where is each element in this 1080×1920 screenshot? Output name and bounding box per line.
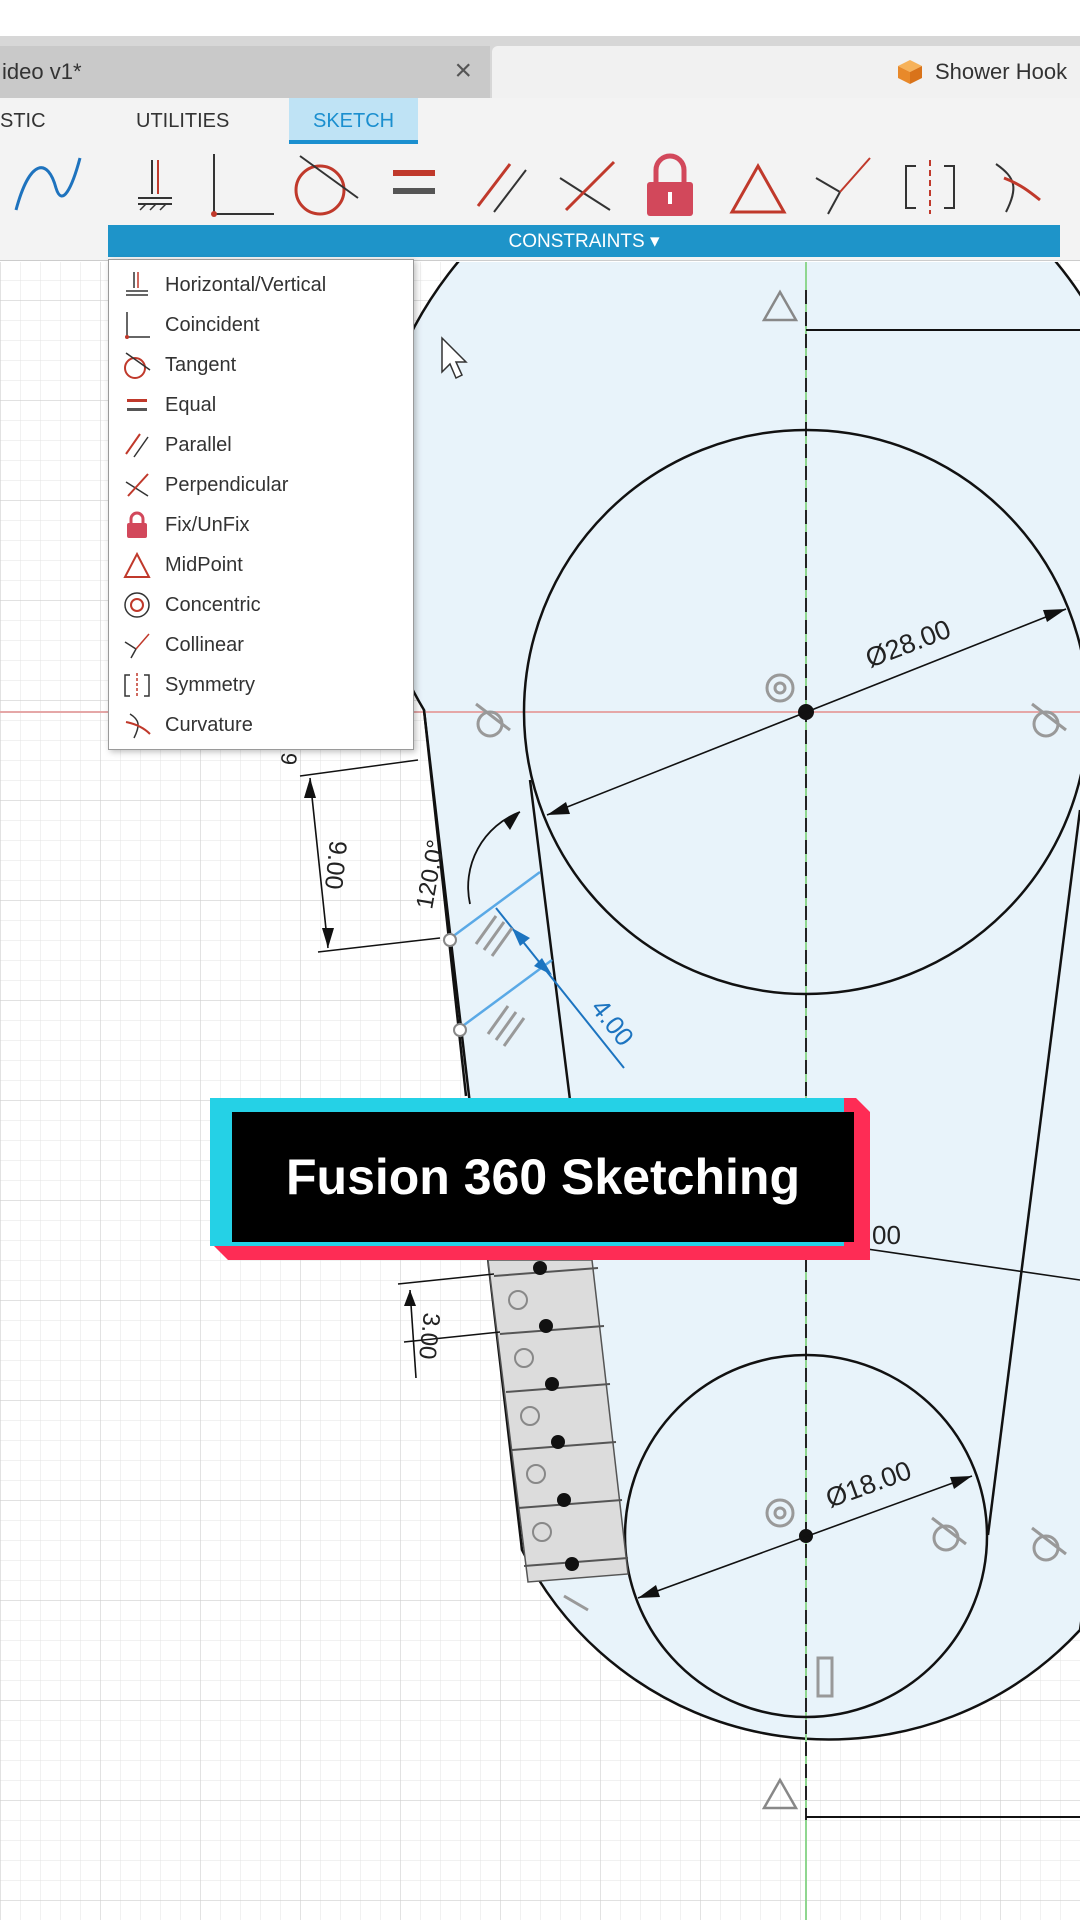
dropdown-item-concentric[interactable]: Concentric xyxy=(109,585,413,625)
dropdown-item-coincident[interactable]: Coincident xyxy=(109,305,413,345)
collinear-icon xyxy=(124,633,150,659)
equal-icon xyxy=(127,399,147,411)
toolbar-icons xyxy=(14,153,1041,217)
tangent-icon[interactable] xyxy=(294,155,359,216)
dropdown-item-midpoint[interactable]: MidPoint xyxy=(109,545,413,585)
dropdown-item-label: Perpendicular xyxy=(165,473,289,496)
title-banner: Fusion 360 Sketching xyxy=(232,1112,854,1242)
dropdown-item-fix-unfix[interactable]: Fix/UnFix xyxy=(109,505,413,545)
spline-icon[interactable] xyxy=(14,157,82,211)
coincident-icon[interactable] xyxy=(211,154,274,217)
midpoint-icon xyxy=(123,551,151,578)
equal-icon[interactable] xyxy=(393,170,435,194)
menu-tab-stic[interactable]: STIC xyxy=(0,98,46,144)
component-cube-icon xyxy=(898,60,922,84)
horizontal-vertical-icon[interactable] xyxy=(138,160,172,211)
dropdown-item-label: Equal xyxy=(165,393,217,416)
dropdown-item-label: Horizontal/Vertical xyxy=(165,273,327,296)
vertical-dimension-label-b[interactable]: 3.00 xyxy=(413,1311,445,1360)
dropdown-item-tangent[interactable]: Tangent xyxy=(109,345,413,385)
constraints-dropdown-button[interactable]: CONSTRAINTS ▾ xyxy=(108,225,1060,257)
parallel-icon[interactable] xyxy=(476,163,527,213)
dropdown-item-curvature[interactable]: Curvature xyxy=(109,705,413,745)
dropdown-item-label: Concentric xyxy=(165,593,261,616)
dropdown-item-label: Fix/UnFix xyxy=(165,513,250,536)
document-tab-label: ideo v1* xyxy=(2,59,82,84)
menu-tab-utilities[interactable]: UTILITIES xyxy=(136,98,229,144)
close-tab-icon[interactable]: × xyxy=(454,56,472,86)
dropdown-item-label: Collinear xyxy=(165,633,244,656)
document-tab-shower-hook[interactable]: Shower Hook xyxy=(492,46,1080,98)
perpendicular-icon[interactable] xyxy=(559,160,616,212)
lock-icon[interactable] xyxy=(647,153,693,216)
symmetry-icon xyxy=(124,673,150,698)
symmetry-icon[interactable] xyxy=(905,160,955,214)
dropdown-item-label: MidPoint xyxy=(165,553,243,576)
tangent-icon xyxy=(124,352,151,379)
constraints-dropdown-menu: Horizontal/Vertical Coincident Tangent E… xyxy=(108,259,414,750)
dropdown-item-label: Coincident xyxy=(165,313,260,336)
perpendicular-icon xyxy=(125,473,149,497)
coincident-icon xyxy=(125,312,150,339)
partial-dimension-label-right: 00 xyxy=(872,1220,901,1250)
curvature-icon xyxy=(125,713,151,739)
document-tab-label: Shower Hook xyxy=(935,59,1068,84)
dropdown-item-label: Tangent xyxy=(165,353,237,376)
partial-dimension-label: 9 xyxy=(276,751,302,766)
document-tab-video[interactable]: ideo v1* × xyxy=(0,46,490,98)
dropdown-item-symmetry[interactable]: Symmetry xyxy=(109,665,413,705)
dropdown-item-label: Curvature xyxy=(165,713,253,736)
concentric-icon xyxy=(124,592,150,618)
collinear-icon[interactable] xyxy=(815,157,871,215)
dropdown-item-label: Parallel xyxy=(165,433,232,456)
sketch-point[interactable] xyxy=(453,1023,467,1037)
parallel-icon xyxy=(125,433,149,458)
midpoint-icon[interactable] xyxy=(729,162,787,214)
curvature-icon[interactable] xyxy=(995,163,1041,213)
dropdown-item-label: Symmetry xyxy=(165,673,255,696)
vertical-dimension-label-a[interactable]: 9.00 xyxy=(319,839,352,890)
dropdown-item-parallel[interactable]: Parallel xyxy=(109,425,413,465)
window-top-strip xyxy=(0,0,1080,36)
sketch-point[interactable] xyxy=(443,933,457,947)
dropdown-item-horizontal-vertical[interactable]: Horizontal/Vertical xyxy=(109,265,413,305)
dropdown-item-perpendicular[interactable]: Perpendicular xyxy=(109,465,413,505)
horizontal-vertical-icon xyxy=(126,272,148,296)
dropdown-item-collinear[interactable]: Collinear xyxy=(109,625,413,665)
dropdown-item-equal[interactable]: Equal xyxy=(109,385,413,425)
menu-tab-sketch[interactable]: SKETCH xyxy=(289,98,419,144)
lock-icon xyxy=(127,511,147,538)
